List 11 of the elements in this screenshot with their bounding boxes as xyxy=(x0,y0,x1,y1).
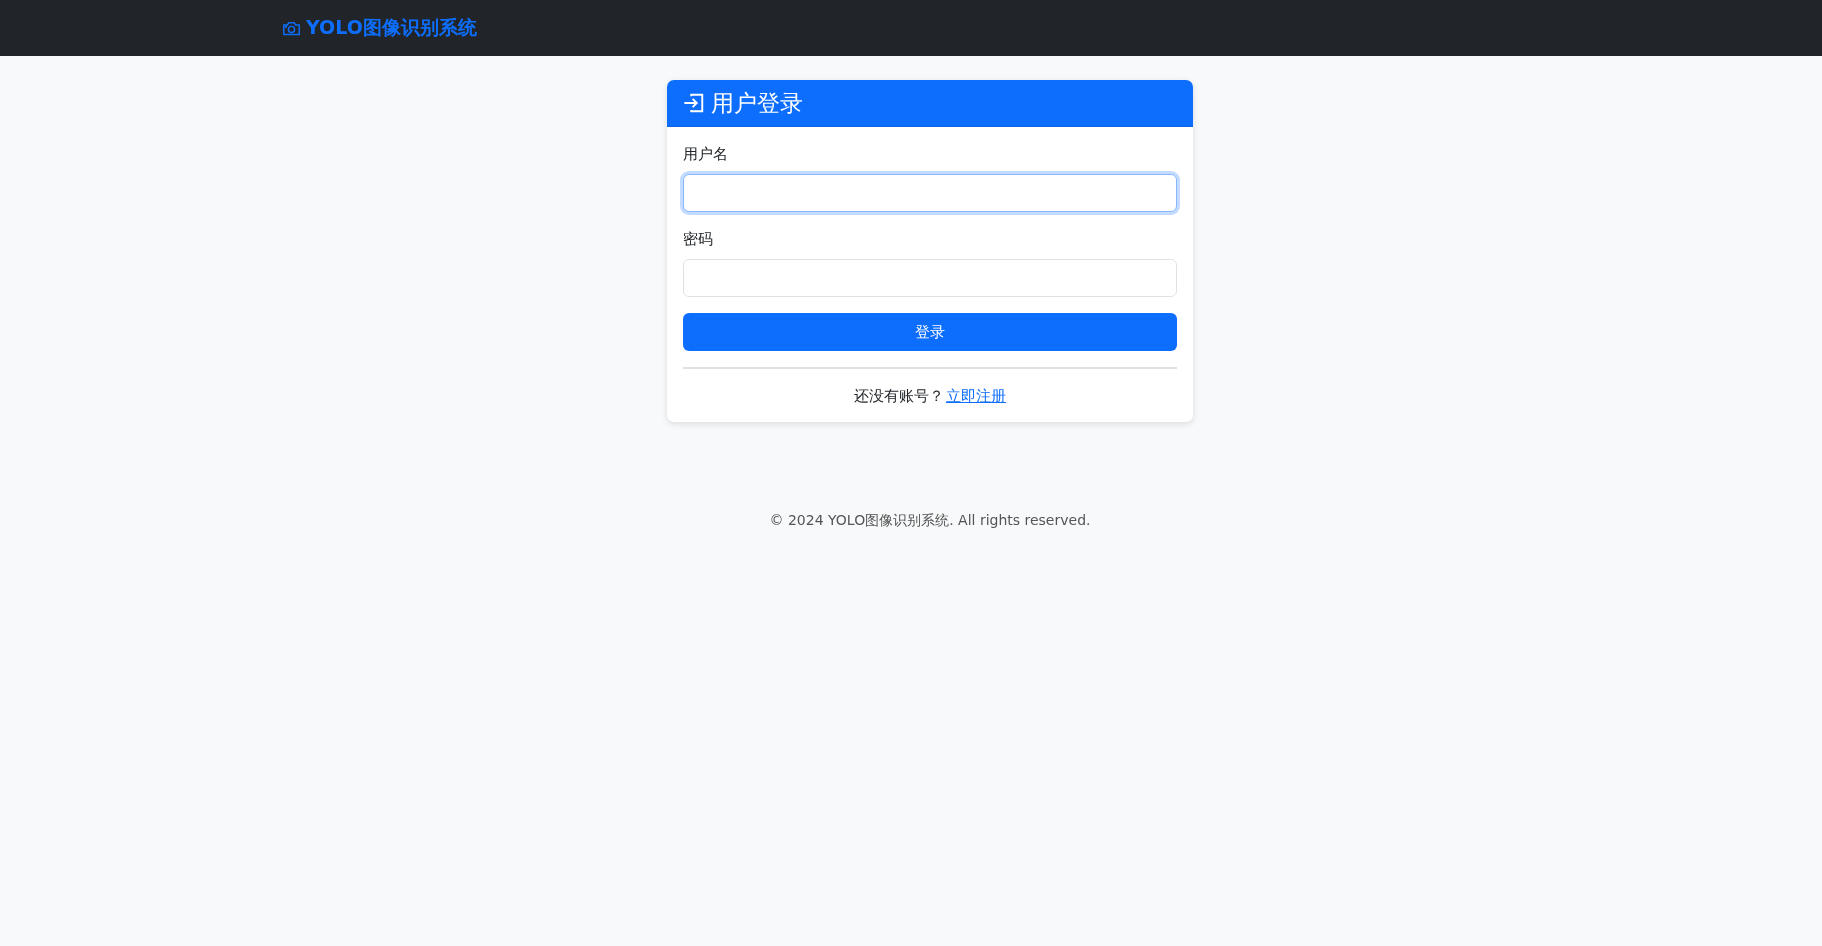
password-field[interactable] xyxy=(683,259,1177,297)
card-title: 用户登录 xyxy=(711,88,803,118)
register-link[interactable]: 立即注册 xyxy=(946,387,1006,405)
brand-link[interactable]: YOLO图像识别系统 xyxy=(282,15,477,41)
login-button[interactable]: 登录 xyxy=(683,313,1177,351)
sign-in-icon xyxy=(683,92,705,114)
footer-text: © 2024 YOLO图像识别系统. All rights reserved. xyxy=(769,512,1091,530)
username-field[interactable] xyxy=(683,174,1177,212)
field-label: 密码 xyxy=(683,230,713,249)
field-label: 用户名 xyxy=(683,145,728,164)
register-prompt: 还没有账号？ xyxy=(854,387,944,405)
